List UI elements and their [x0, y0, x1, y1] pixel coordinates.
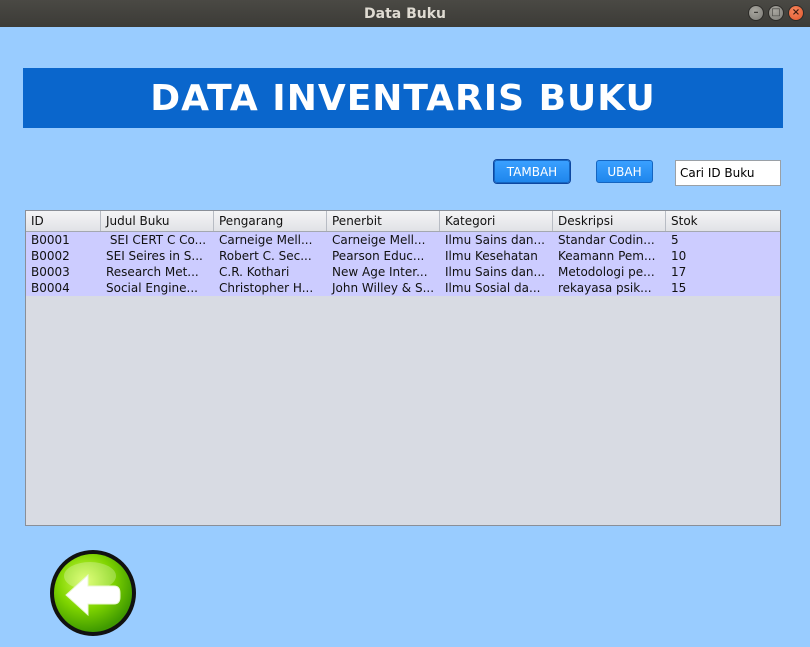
table-cell: SEI CERT C Co... [106, 233, 207, 247]
table-row[interactable]: B0003 Research Met... C.R. Kothari New A… [26, 264, 780, 280]
table-cell: Carneige Mell... [332, 233, 426, 247]
window-titlebar: Data Buku – □ × [0, 0, 810, 27]
table-cell: Carneige Mell... [219, 233, 313, 247]
table-cell: Keamann Pem... [558, 249, 656, 263]
column-header-kategori[interactable]: Kategori [440, 211, 553, 231]
book-table[interactable]: ID Judul Buku Pengarang Penerbit Kategor… [25, 210, 781, 526]
table-cell: 15 [671, 281, 687, 295]
table-header: ID Judul Buku Pengarang Penerbit Kategor… [26, 211, 780, 232]
tambah-button[interactable]: TAMBAH [494, 160, 570, 183]
table-cell: Standar Codin... [558, 233, 655, 247]
table-cell: Pearson Educ... [332, 249, 425, 263]
window-controls: – □ × [748, 5, 804, 21]
table-cell: John Willey & S... [332, 281, 435, 295]
table-cell: Ilmu Sains dan... [445, 265, 545, 279]
column-header-penerbit[interactable]: Penerbit [327, 211, 440, 231]
table-cell: Research Met... [106, 265, 199, 279]
column-header-id[interactable]: ID [26, 211, 101, 231]
table-cell: Ilmu Sains dan... [445, 233, 545, 247]
table-row[interactable]: B0004 Social Engine... Christopher H... … [26, 280, 780, 296]
table-cell: SEI Seires in S... [106, 249, 203, 263]
column-header-judul[interactable]: Judul Buku [101, 211, 214, 231]
search-input[interactable] [675, 160, 781, 186]
column-header-pengarang[interactable]: Pengarang [214, 211, 327, 231]
table-cell: Ilmu Sosial da... [445, 281, 541, 295]
table-cell: Metodologi pe... [558, 265, 655, 279]
arrow-left-icon [50, 550, 136, 636]
close-icon[interactable]: × [788, 5, 804, 21]
table-cell: rekayasa psik... [558, 281, 652, 295]
table-row[interactable]: B0001 SEI CERT C Co... Carneige Mell... … [26, 232, 780, 248]
table-cell: B0001 [31, 233, 70, 247]
column-header-stok[interactable]: Stok [666, 211, 780, 231]
maximize-icon[interactable]: □ [768, 5, 784, 21]
ubah-button[interactable]: UBAH [596, 160, 653, 183]
table-cell: Ilmu Kesehatan [445, 249, 538, 263]
table-cell: New Age Inter... [332, 265, 428, 279]
window-title: Data Buku [364, 5, 446, 22]
table-row[interactable]: B0002 SEI Seires in S... Robert C. Sec..… [26, 248, 780, 264]
page-title: DATA INVENTARIS BUKU [23, 68, 783, 128]
table-cell: 17 [671, 265, 687, 279]
column-header-deskripsi[interactable]: Deskripsi [553, 211, 666, 231]
back-button[interactable] [48, 548, 138, 638]
table-cell: 10 [671, 249, 687, 263]
table-cell: B0002 [31, 249, 70, 263]
table-cell: C.R. Kothari [219, 265, 290, 279]
table-cell: B0003 [31, 265, 70, 279]
table-cell: 5 [671, 233, 679, 247]
table-cell: Robert C. Sec... [219, 249, 312, 263]
table-cell: Christopher H... [219, 281, 314, 295]
table-cell: Social Engine... [106, 281, 198, 295]
table-cell: B0004 [31, 281, 70, 295]
minimize-icon[interactable]: – [748, 5, 764, 21]
